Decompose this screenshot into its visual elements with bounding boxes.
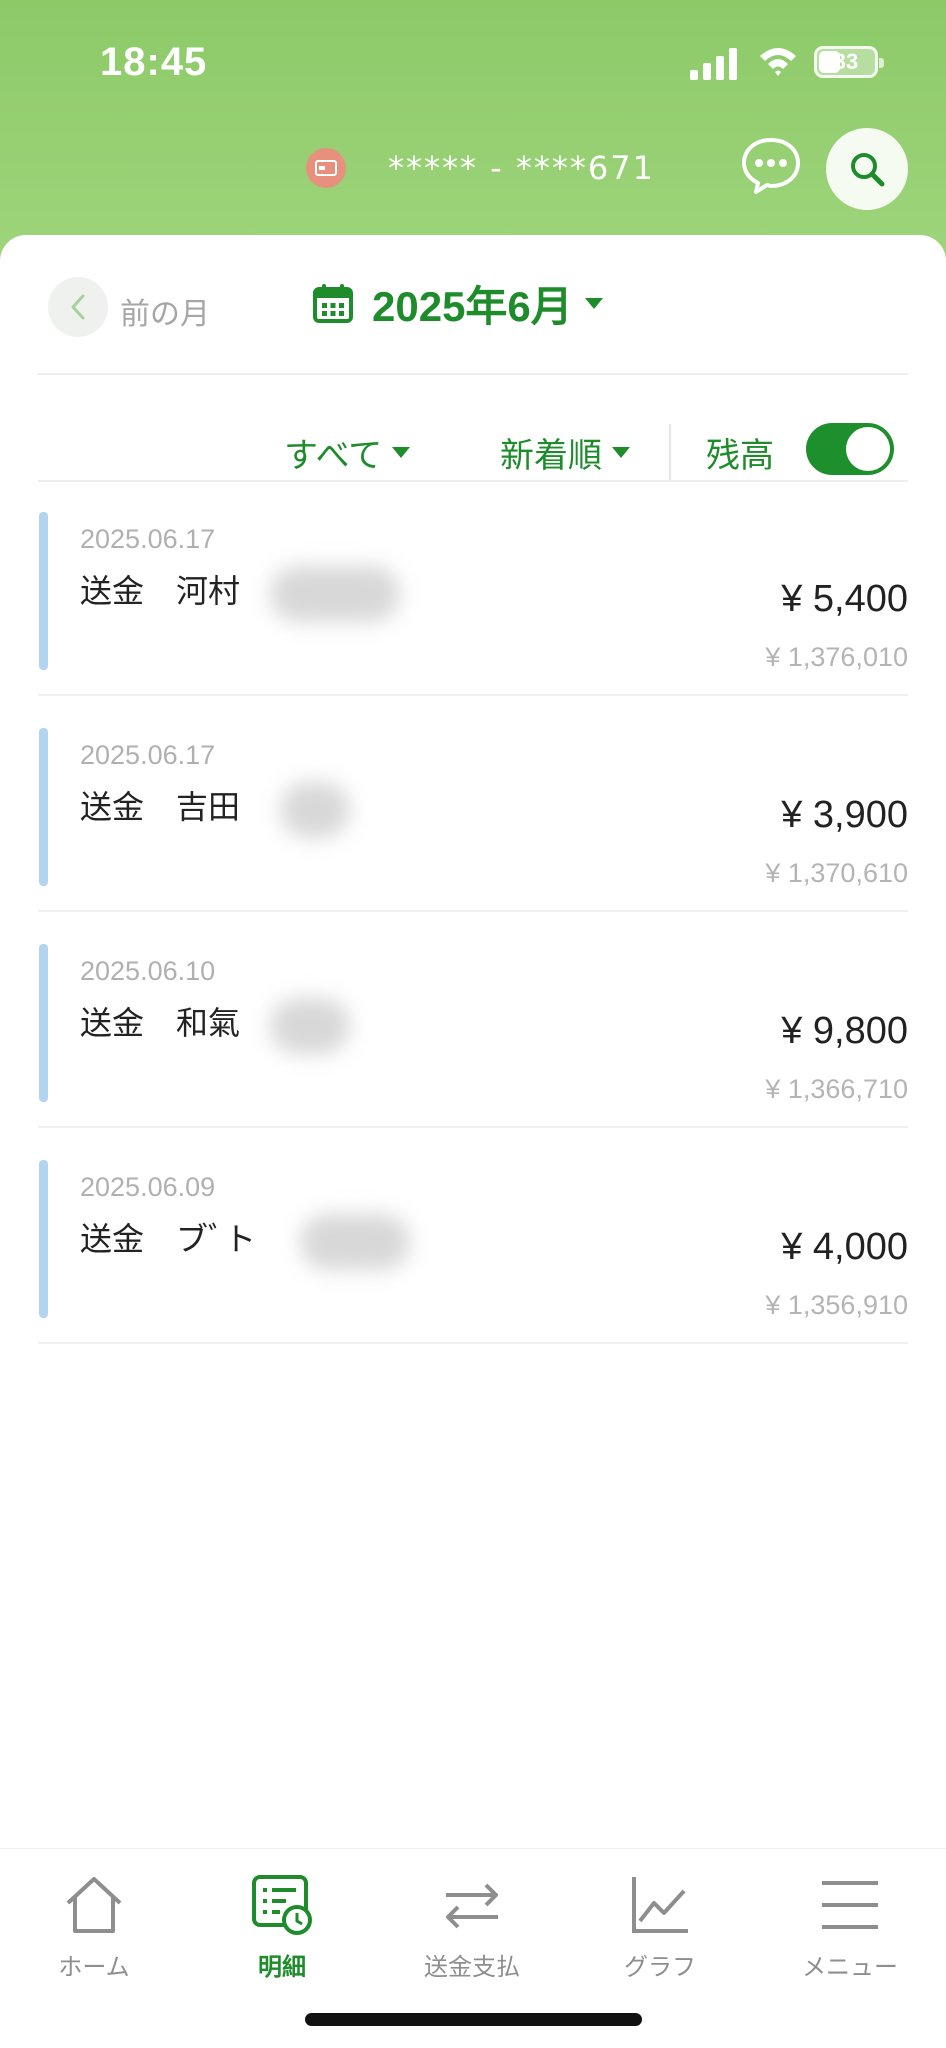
transaction-accent-bar [39,728,48,886]
caret-down-icon [612,447,630,458]
sort-label: 新着順 [500,437,602,475]
chat-bubble-icon[interactable] [740,134,802,196]
cellular-signal-icon [690,48,737,80]
card-icon [306,148,346,188]
transaction-date: 2025.06.10 [80,956,216,986]
transaction-amount: ¥ 5,400 [781,578,908,620]
balance-toggle-label: 残高 [706,437,774,475]
transaction-accent-bar [39,512,48,670]
current-month: 2025年6月 [372,282,573,330]
wifi-icon [760,48,796,76]
header: 18:45 33 ***** - ****671 [0,0,946,270]
home-icon [66,1877,122,1933]
tab-home[interactable]: ホーム [14,1863,174,1981]
tab-statement-label: 明細 [258,1954,306,1981]
line-chart-icon [632,1877,688,1933]
account-selector[interactable]: ***** - ****671 [306,146,655,190]
transaction-row[interactable]: 2025.06.17 送金 河村 ¥ 5,400 ¥ 1,376,010 [0,480,946,696]
status-bar: 18:45 33 [0,30,946,94]
transaction-amount: ¥ 3,900 [781,794,908,836]
transaction-row[interactable]: 2025.06.10 送金 和氣 ¥ 9,800 ¥ 1,366,710 [0,912,946,1128]
prev-month-button[interactable] [48,277,108,337]
tab-menu-label: メニュー [802,1954,898,1981]
redacted-name [270,566,400,622]
transaction-balance: ¥ 1,366,710 [765,1074,908,1104]
tab-home-label: ホーム [58,1954,130,1981]
type-filter-label: すべて [284,437,383,475]
transaction-date: 2025.06.17 [80,740,216,770]
filter-separator [669,424,671,482]
battery-level: 33 [833,49,859,74]
search-button[interactable] [826,128,908,210]
transaction-description: 送金 和氣 [80,1005,241,1041]
transaction-description: 送金 ブﾞト [80,1221,257,1257]
transaction-balance: ¥ 1,370,610 [765,858,908,888]
redacted-name [280,782,350,838]
search-icon [851,153,885,187]
transaction-row[interactable]: 2025.06.09 送金 ブﾞト ¥ 4,000 ¥ 1,356,910 [0,1128,946,1344]
transaction-amount: ¥ 4,000 [781,1226,908,1268]
sort-dropdown[interactable]: 新着順 [500,428,630,477]
account-number: ***** - ****671 [388,149,655,187]
home-indicator [305,2013,642,2026]
transaction-date: 2025.06.17 [80,524,216,554]
transaction-date: 2025.06.09 [80,1172,216,1202]
transfer-arrows-icon [446,1883,498,1929]
transaction-accent-bar [39,1160,48,1318]
caret-down-icon [392,447,411,458]
transaction-amount: ¥ 9,800 [781,1010,908,1052]
hamburger-menu-icon [822,1881,878,1929]
type-filter-dropdown[interactable]: すべて [284,428,411,477]
balance-toggle[interactable] [806,423,894,475]
transaction-row[interactable]: 2025.06.17 送金 吉田 ¥ 3,900 ¥ 1,370,610 [0,696,946,912]
transaction-description: 送金 河村 [80,573,241,609]
prev-month-label[interactable]: 前の月 [120,289,210,333]
tab-statement[interactable]: 明細 [202,1863,362,1981]
tab-transfer-label: 送金支払 [424,1954,520,1981]
status-time: 18:45 [100,40,208,84]
transaction-accent-bar [39,944,48,1102]
tab-menu[interactable]: メニュー [770,1863,930,1981]
tab-transfer[interactable]: 送金支払 [392,1863,552,1981]
transaction-description: 送金 吉田 [80,789,241,825]
month-selector[interactable]: 2025年6月 [312,271,603,335]
redacted-name [270,998,350,1054]
main-card: 前の月 2025年6月 すべて 新着順 残高 2025.06.17 送金 河村 … [0,235,946,1848]
calendar-icon [313,284,353,323]
battery-indicator: 33 [814,46,884,78]
row-separator [38,1342,908,1344]
tab-graph[interactable]: グラフ [580,1863,740,1981]
divider [38,373,908,375]
caret-down-icon [584,297,603,309]
statement-icon [252,1875,312,1935]
transaction-balance: ¥ 1,356,910 [765,1290,908,1320]
tab-graph-label: グラフ [624,1954,696,1981]
transaction-balance: ¥ 1,376,010 [765,642,908,672]
redacted-name [300,1214,410,1270]
chevron-left-icon [71,294,85,320]
